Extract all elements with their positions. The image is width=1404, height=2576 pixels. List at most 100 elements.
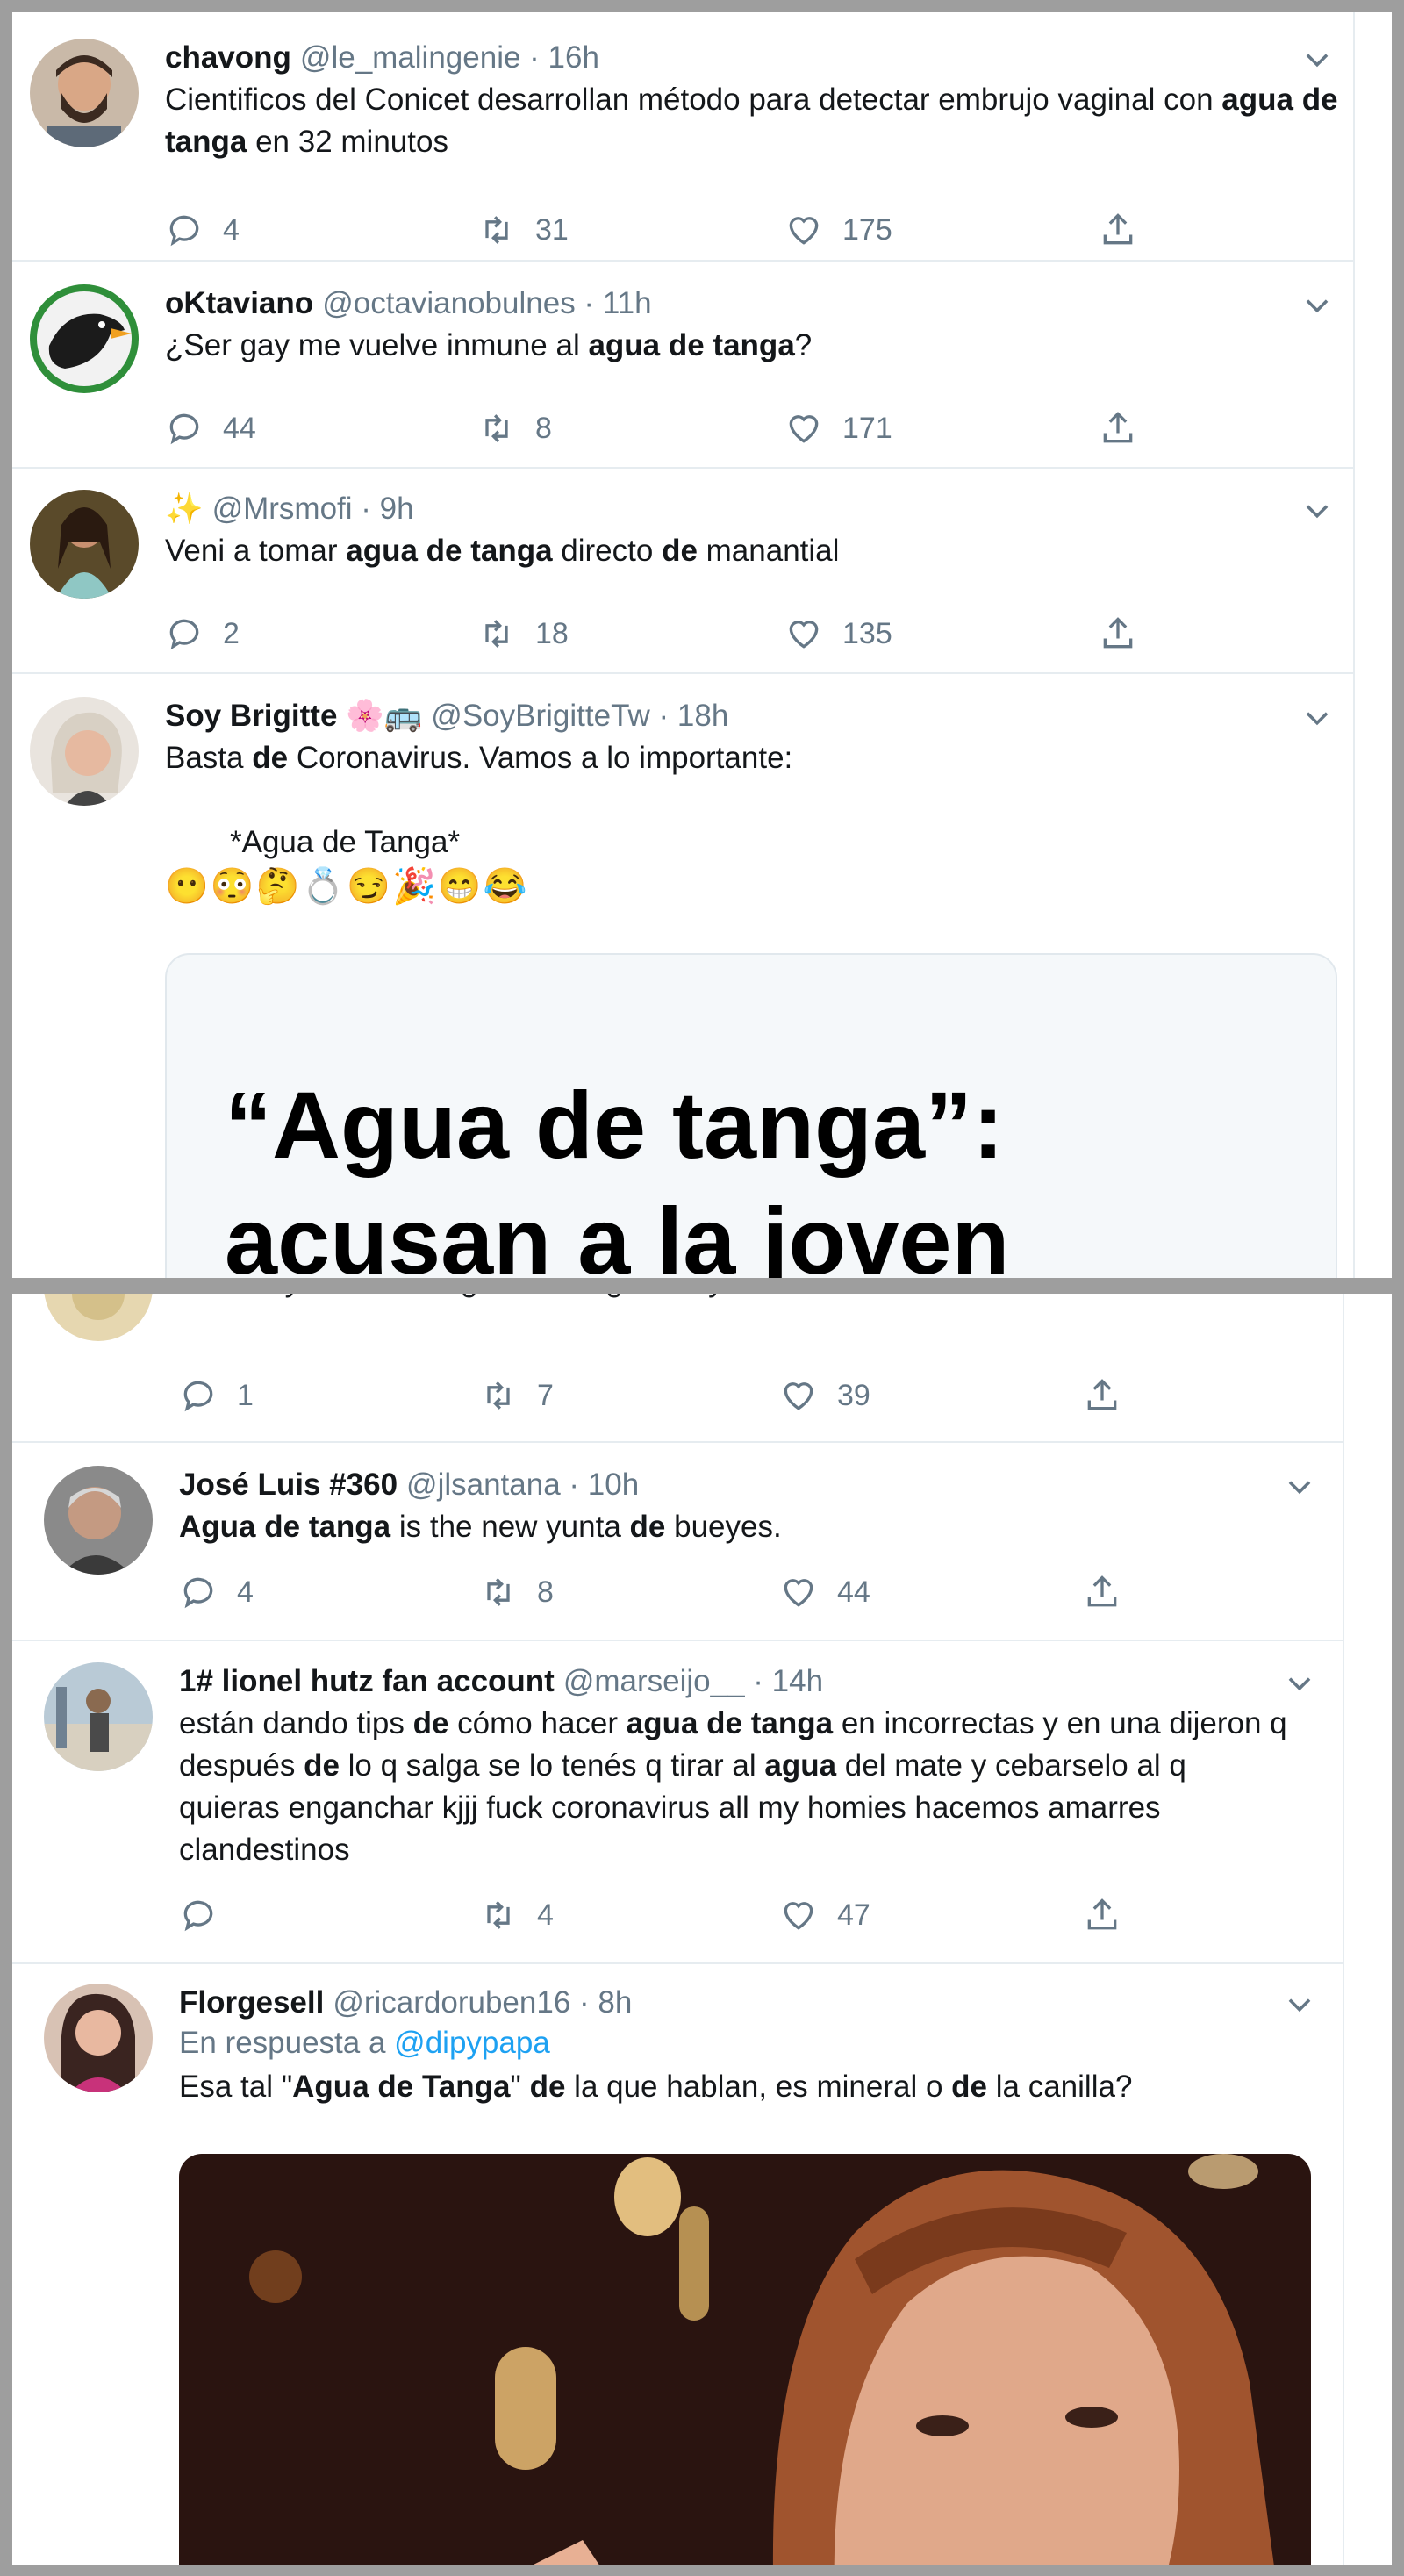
reply-button[interactable]: 44 xyxy=(165,409,256,448)
share-button[interactable] xyxy=(1099,614,1137,653)
user-handle[interactable]: @Mrsmofi xyxy=(212,492,353,526)
tweet-body: chavong @le_malingenie · 16h Cientificos … xyxy=(165,39,1346,163)
avatar[interactable] xyxy=(30,39,139,147)
user-handle[interactable]: @jlsantana xyxy=(406,1467,561,1502)
avatar[interactable] xyxy=(30,284,139,393)
avatar[interactable] xyxy=(44,1466,153,1575)
tweet-body: ✨ @Mrsmofi · 9h Veni a tomar agua de tang… xyxy=(165,490,1346,572)
tweet-time[interactable]: 18h xyxy=(677,699,728,733)
retweet-button[interactable]: 8 xyxy=(479,1573,554,1611)
retweet-icon xyxy=(485,620,508,648)
avatar[interactable] xyxy=(44,1662,153,1771)
chevron-down-icon[interactable] xyxy=(1283,1668,1316,1701)
tweet-text: Agua de tanga is the new yunta de bueyes… xyxy=(179,1510,782,1544)
tweet[interactable]: Florgesell @ricardoruben16 · 8h En respue… xyxy=(44,1984,1334,2565)
chevron-down-icon[interactable] xyxy=(1283,1471,1316,1504)
share-button[interactable] xyxy=(1099,409,1137,448)
like-button[interactable]: 44 xyxy=(779,1573,870,1611)
tweet-header: oKtaviano @octavianobulnes · 11h xyxy=(165,284,1346,323)
link-card[interactable]: “Agua de tanga”: acusan a la joven espos… xyxy=(165,953,1337,1278)
retweet-button[interactable]: 18 xyxy=(477,614,569,653)
like-icon xyxy=(784,1902,813,1930)
tweet-actions: 4 47 xyxy=(179,1896,1232,1938)
chevron-down-icon[interactable] xyxy=(1300,290,1334,323)
retweet-button[interactable]: 8 xyxy=(477,409,552,448)
tweet-partial[interactable]: Un litro y medio de agua de tanga en ayu… xyxy=(44,1294,1334,1417)
like-button[interactable]: 39 xyxy=(779,1376,870,1415)
user-handle[interactable]: @le_malingenie xyxy=(300,40,521,75)
bokeh-light xyxy=(679,2206,709,2321)
reply-button[interactable]: 2 xyxy=(165,614,240,653)
share-icon xyxy=(1087,1898,1117,1930)
retweet-icon xyxy=(487,1578,510,1606)
tweet-time[interactable]: 14h xyxy=(772,1664,823,1698)
like-icon xyxy=(789,217,819,245)
separator-dot: · xyxy=(570,1985,598,2020)
avatar[interactable] xyxy=(30,490,139,599)
retweet-button[interactable]: 4 xyxy=(479,1896,554,1934)
like-button[interactable]: 171 xyxy=(784,409,892,448)
reply-button[interactable]: 1 xyxy=(179,1376,254,1415)
tweet[interactable]: José Luis #360 @jlsantana · 10h Agua de t… xyxy=(44,1466,1334,1632)
retweet-button[interactable]: 31 xyxy=(477,211,569,249)
column-border xyxy=(1353,12,1355,1278)
like-button[interactable]: 47 xyxy=(779,1896,870,1934)
display-name[interactable]: Soy Brigitte 🌸🚌 xyxy=(165,699,422,733)
share-button[interactable] xyxy=(1083,1573,1121,1611)
display-name[interactable]: Florgesell xyxy=(179,1985,324,2020)
tweet[interactable]: ✨ @Mrsmofi · 9h Veni a tomar agua de tang… xyxy=(30,490,1346,657)
card-headline: “Agua de tanga”: acusan a la joven espos… xyxy=(225,1072,1010,1278)
user-handle[interactable]: @marseijo__ xyxy=(563,1664,745,1698)
display-name[interactable]: chavong xyxy=(165,40,291,75)
reply-count: 2 xyxy=(223,616,240,650)
tweet-time[interactable]: 11h xyxy=(603,286,652,320)
chevron-down-icon[interactable] xyxy=(1300,44,1334,77)
tweet-time[interactable]: 10h xyxy=(588,1467,639,1502)
avatar[interactable] xyxy=(30,697,139,806)
emoji-row: 😶😳🤔💍😏🎉😁😂 xyxy=(165,867,529,906)
tweet-actions: 2 18 135 xyxy=(165,614,1218,657)
display-name[interactable]: José Luis #360 xyxy=(179,1467,398,1502)
hand-figure xyxy=(534,2540,599,2565)
retweet-button[interactable]: 7 xyxy=(479,1376,554,1415)
tweet-time[interactable]: 9h xyxy=(380,492,414,526)
tweet-actions: 1 7 39 xyxy=(179,1376,1232,1418)
column-border xyxy=(1343,1294,1344,2565)
tweet[interactable]: oKtaviano @octavianobulnes · 11h ¿Ser gay… xyxy=(30,284,1346,451)
like-count: 171 xyxy=(842,411,892,445)
tweet-divider xyxy=(12,1441,1343,1443)
reply-button[interactable]: 4 xyxy=(179,1573,254,1611)
display-name[interactable]: ✨ xyxy=(165,492,204,526)
bokeh-light xyxy=(495,2347,556,2470)
user-handle[interactable]: @SoyBrigitteTw xyxy=(431,699,650,733)
reply-button[interactable]: 4 xyxy=(165,211,240,249)
separator-dot: · xyxy=(744,1664,772,1698)
user-handle[interactable]: @ricardoruben16 xyxy=(333,1985,570,2020)
chevron-down-icon[interactable] xyxy=(1300,495,1334,528)
reply-button[interactable] xyxy=(179,1896,237,1934)
like-button[interactable]: 135 xyxy=(784,614,892,653)
tweet[interactable]: chavong @le_malingenie · 16h Cientificos … xyxy=(30,39,1346,258)
share-button[interactable] xyxy=(1083,1376,1121,1415)
chevron-down-icon[interactable] xyxy=(1300,702,1334,735)
retweet-count: 8 xyxy=(537,1575,554,1609)
reply-mention-link[interactable]: @dipypapa xyxy=(394,2026,550,2060)
tweet-time[interactable]: 8h xyxy=(598,1985,632,2020)
share-button[interactable] xyxy=(1099,211,1137,249)
display-name[interactable]: 1# lionel hutz fan account xyxy=(179,1664,555,1698)
tweet[interactable]: Soy Brigitte 🌸🚌 @SoyBrigitteTw · 18h Bast… xyxy=(30,697,1346,1278)
share-icon xyxy=(1103,412,1133,443)
like-button[interactable]: 175 xyxy=(784,211,892,249)
tweet-time[interactable]: 16h xyxy=(548,40,599,75)
display-name[interactable]: oKtaviano xyxy=(165,286,313,320)
tweet[interactable]: 1# lionel hutz fan account @marseijo__ · … xyxy=(44,1662,1334,1952)
user-handle[interactable]: @octavianobulnes xyxy=(322,286,576,320)
chevron-down-icon[interactable] xyxy=(1283,1989,1316,2022)
like-icon xyxy=(789,621,819,649)
tweet-body: oKtaviano @octavianobulnes · 11h ¿Ser gay… xyxy=(165,284,1346,367)
avatar[interactable] xyxy=(44,1984,153,2092)
tweet-body: Un litro y medio de agua de tanga en ayu… xyxy=(179,1294,1334,1302)
tweet-media-image[interactable] xyxy=(179,2154,1311,2565)
share-button[interactable] xyxy=(1083,1896,1121,1934)
avatar[interactable] xyxy=(44,1294,153,1341)
